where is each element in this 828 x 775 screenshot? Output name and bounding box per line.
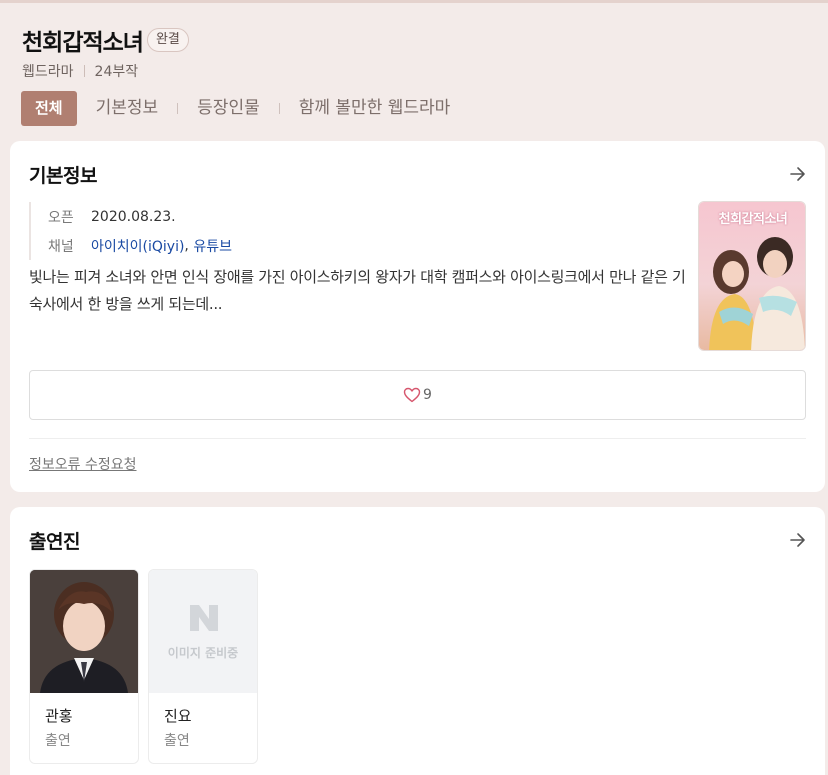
tab-divider	[177, 103, 179, 114]
placeholder-text: 이미지 준비중	[167, 646, 239, 660]
actor-photo	[30, 570, 138, 693]
open-value: 2020.08.23.	[91, 208, 176, 225]
channel-label: 채널	[48, 238, 74, 255]
basic-info-card: 기본정보 오픈 2020.08.23. 채널 아이치이(iQiyi) , 유튜브…	[10, 141, 825, 492]
cast-title: 출연진	[29, 531, 80, 553]
info-row-channel: 채널 아이치이(iQiyi) , 유튜브	[48, 231, 232, 260]
drama-title: 천회갑적소녀	[22, 30, 144, 56]
channel-link-iqiyi[interactable]: 아이치이(iQiyi)	[91, 236, 184, 256]
image-placeholder: 이미지 준비중	[149, 570, 257, 693]
cast-member[interactable]: 이미지 준비중 진요 출연	[148, 569, 258, 764]
arrow-right-icon[interactable]	[789, 165, 807, 183]
basic-info-title: 기본정보	[29, 165, 97, 187]
naver-logo-icon	[190, 605, 218, 631]
cast-member[interactable]: 관홍 출연	[29, 569, 139, 764]
tab-bar: 전체 기본정보 등장인물 함께 볼만한 웹드라마	[21, 91, 450, 126]
heart-icon	[403, 387, 421, 403]
genre-text: 웹드라마	[22, 64, 74, 80]
tab-basic-info[interactable]: 기본정보	[96, 91, 159, 126]
status-badge: 완결	[146, 28, 189, 52]
poster-image[interactable]: 천회갑적소녀	[698, 201, 806, 351]
poster-title: 천회갑적소녀	[718, 212, 788, 227]
episodes-text: 24부작	[94, 64, 139, 80]
like-count: 9	[423, 387, 432, 403]
divider	[29, 438, 806, 439]
arrow-right-icon[interactable]	[789, 531, 807, 549]
cast-name: 관홍	[45, 707, 73, 725]
tab-all[interactable]: 전체	[21, 91, 77, 126]
drama-meta: 웹드라마 24부작	[22, 62, 812, 80]
channel-link-youtube[interactable]: 유튜브	[193, 236, 232, 256]
cast-role: 출연	[45, 733, 71, 749]
open-label: 오픈	[48, 209, 74, 226]
tab-related[interactable]: 함께 볼만한 웹드라마	[299, 91, 451, 126]
synopsis-text: 빛나는 피겨 소녀와 안면 인식 장애를 가진 아이스하키의 왕자가 대학 캠퍼…	[29, 268, 686, 313]
report-error-link[interactable]: 정보오류 수정요청	[29, 454, 137, 474]
channel-separator: ,	[184, 237, 194, 254]
tab-divider	[278, 103, 280, 114]
tab-characters[interactable]: 등장인물	[197, 91, 260, 126]
top-border	[0, 0, 828, 3]
cast-name: 진요	[164, 707, 192, 725]
cast-role: 출연	[164, 733, 190, 749]
info-list: 오픈 2020.08.23. 채널 아이치이(iQiyi) , 유튜브	[29, 202, 232, 260]
info-row-open: 오픈 2020.08.23.	[48, 202, 232, 231]
meta-divider	[83, 65, 85, 77]
like-button[interactable]: 9	[29, 370, 806, 420]
cast-list: 관홍 출연 이미지 준비중 진요 출연	[29, 569, 267, 764]
cast-card: 출연진 관홍 출연 이미지 준비중 진요 출연	[10, 507, 825, 775]
drama-header: 천회갑적소녀 완결 웹드라마 24부작	[22, 24, 812, 80]
